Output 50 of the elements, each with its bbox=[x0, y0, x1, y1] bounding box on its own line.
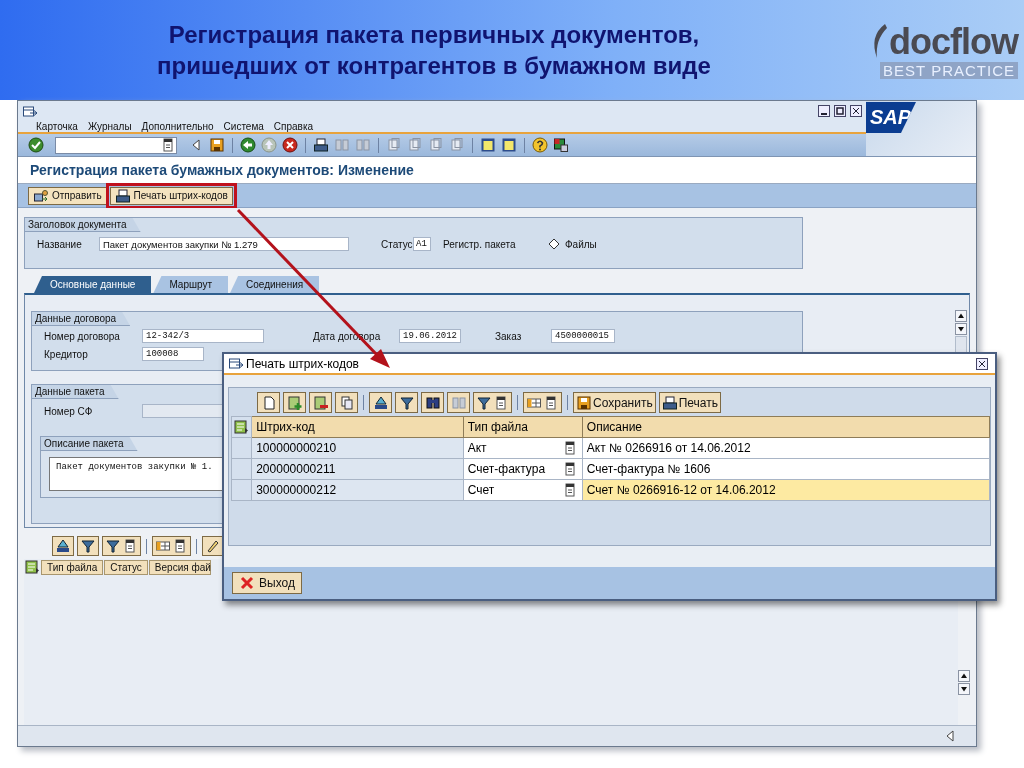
print-button[interactable]: Печать bbox=[658, 392, 721, 413]
file-type-cell[interactable]: Счет bbox=[467, 483, 495, 497]
logo-name: docflow bbox=[889, 23, 1018, 60]
status-field[interactable]: A1 bbox=[413, 237, 431, 251]
field-label: Название bbox=[37, 238, 83, 250]
description-cell: Счет-фактура № 1606 bbox=[582, 458, 990, 480]
column-header[interactable]: Тип файла bbox=[463, 416, 583, 438]
tab[interactable]: Основные данные bbox=[34, 276, 152, 293]
tab[interactable]: Маршрут bbox=[153, 276, 229, 293]
files-link[interactable]: Файлы bbox=[565, 238, 597, 250]
barcode-cell: 300000000212 bbox=[251, 479, 464, 501]
menu-item[interactable]: Журналы bbox=[87, 121, 132, 132]
group-title: Заголовок документа bbox=[25, 218, 141, 232]
field-label: Заказ bbox=[495, 330, 523, 342]
menu-item[interactable]: Справка bbox=[273, 121, 314, 132]
name-field[interactable]: Пакет документов закупки № 1.279 bbox=[99, 237, 349, 251]
dialog-title: Печать штрих-кодов bbox=[246, 356, 360, 371]
contract-number-field[interactable]: 12-342/3 bbox=[142, 329, 264, 343]
group-title: Данные договора bbox=[32, 312, 131, 326]
status-text: Регистр. пакета bbox=[443, 238, 517, 250]
menu-item[interactable]: Карточка bbox=[36, 121, 78, 132]
menu-item[interactable]: Дополнительно bbox=[141, 121, 214, 132]
field-label: Номер СФ bbox=[44, 405, 94, 417]
exit-button[interactable]: Выход bbox=[232, 572, 302, 594]
logo-tagline: BEST PRACTICE bbox=[880, 61, 1018, 79]
tab[interactable]: Соединения bbox=[230, 276, 320, 293]
slide-title-line: Регистрация пакета первичных документов, bbox=[167, 20, 701, 50]
contract-date-field[interactable]: 19.06.2012 bbox=[399, 329, 461, 343]
description-cell: Счет № 0266916-12 от 14.06.2012 bbox=[582, 479, 990, 501]
group-title: Данные пакета bbox=[32, 385, 119, 399]
order-field[interactable]: 4500000015 bbox=[551, 329, 615, 343]
send-button[interactable]: Отправить bbox=[28, 186, 107, 205]
column-header[interactable]: Версия фай bbox=[148, 559, 211, 575]
column-header[interactable]: Описание bbox=[582, 416, 990, 438]
column-header[interactable]: Тип файла bbox=[41, 559, 104, 575]
field-label: Статус bbox=[381, 238, 413, 250]
creditor-field[interactable]: 100008 bbox=[142, 347, 204, 361]
save-button[interactable]: Сохранить bbox=[573, 392, 656, 413]
barcode-cell: 100000000210 bbox=[251, 437, 464, 459]
field-label: Номер договора bbox=[44, 330, 121, 342]
barcode-cell: 200000000211 bbox=[251, 458, 464, 480]
file-type-cell[interactable]: Акт bbox=[467, 441, 487, 455]
slide-title-line: пришедших от контрагентов в бумажном виде bbox=[156, 51, 712, 81]
column-header[interactable]: Штрих-код bbox=[251, 416, 464, 438]
menu-item[interactable]: Система bbox=[223, 121, 264, 132]
description-cell: Акт № 0266916 от 14.06.2012 bbox=[582, 437, 990, 459]
group-title: Описание пакета bbox=[41, 437, 138, 451]
column-header[interactable]: Статус bbox=[104, 559, 148, 575]
screen-title: Регистрация пакета бумажных документов: Изменение bbox=[30, 162, 414, 178]
field-label: Кредитор bbox=[44, 348, 89, 360]
